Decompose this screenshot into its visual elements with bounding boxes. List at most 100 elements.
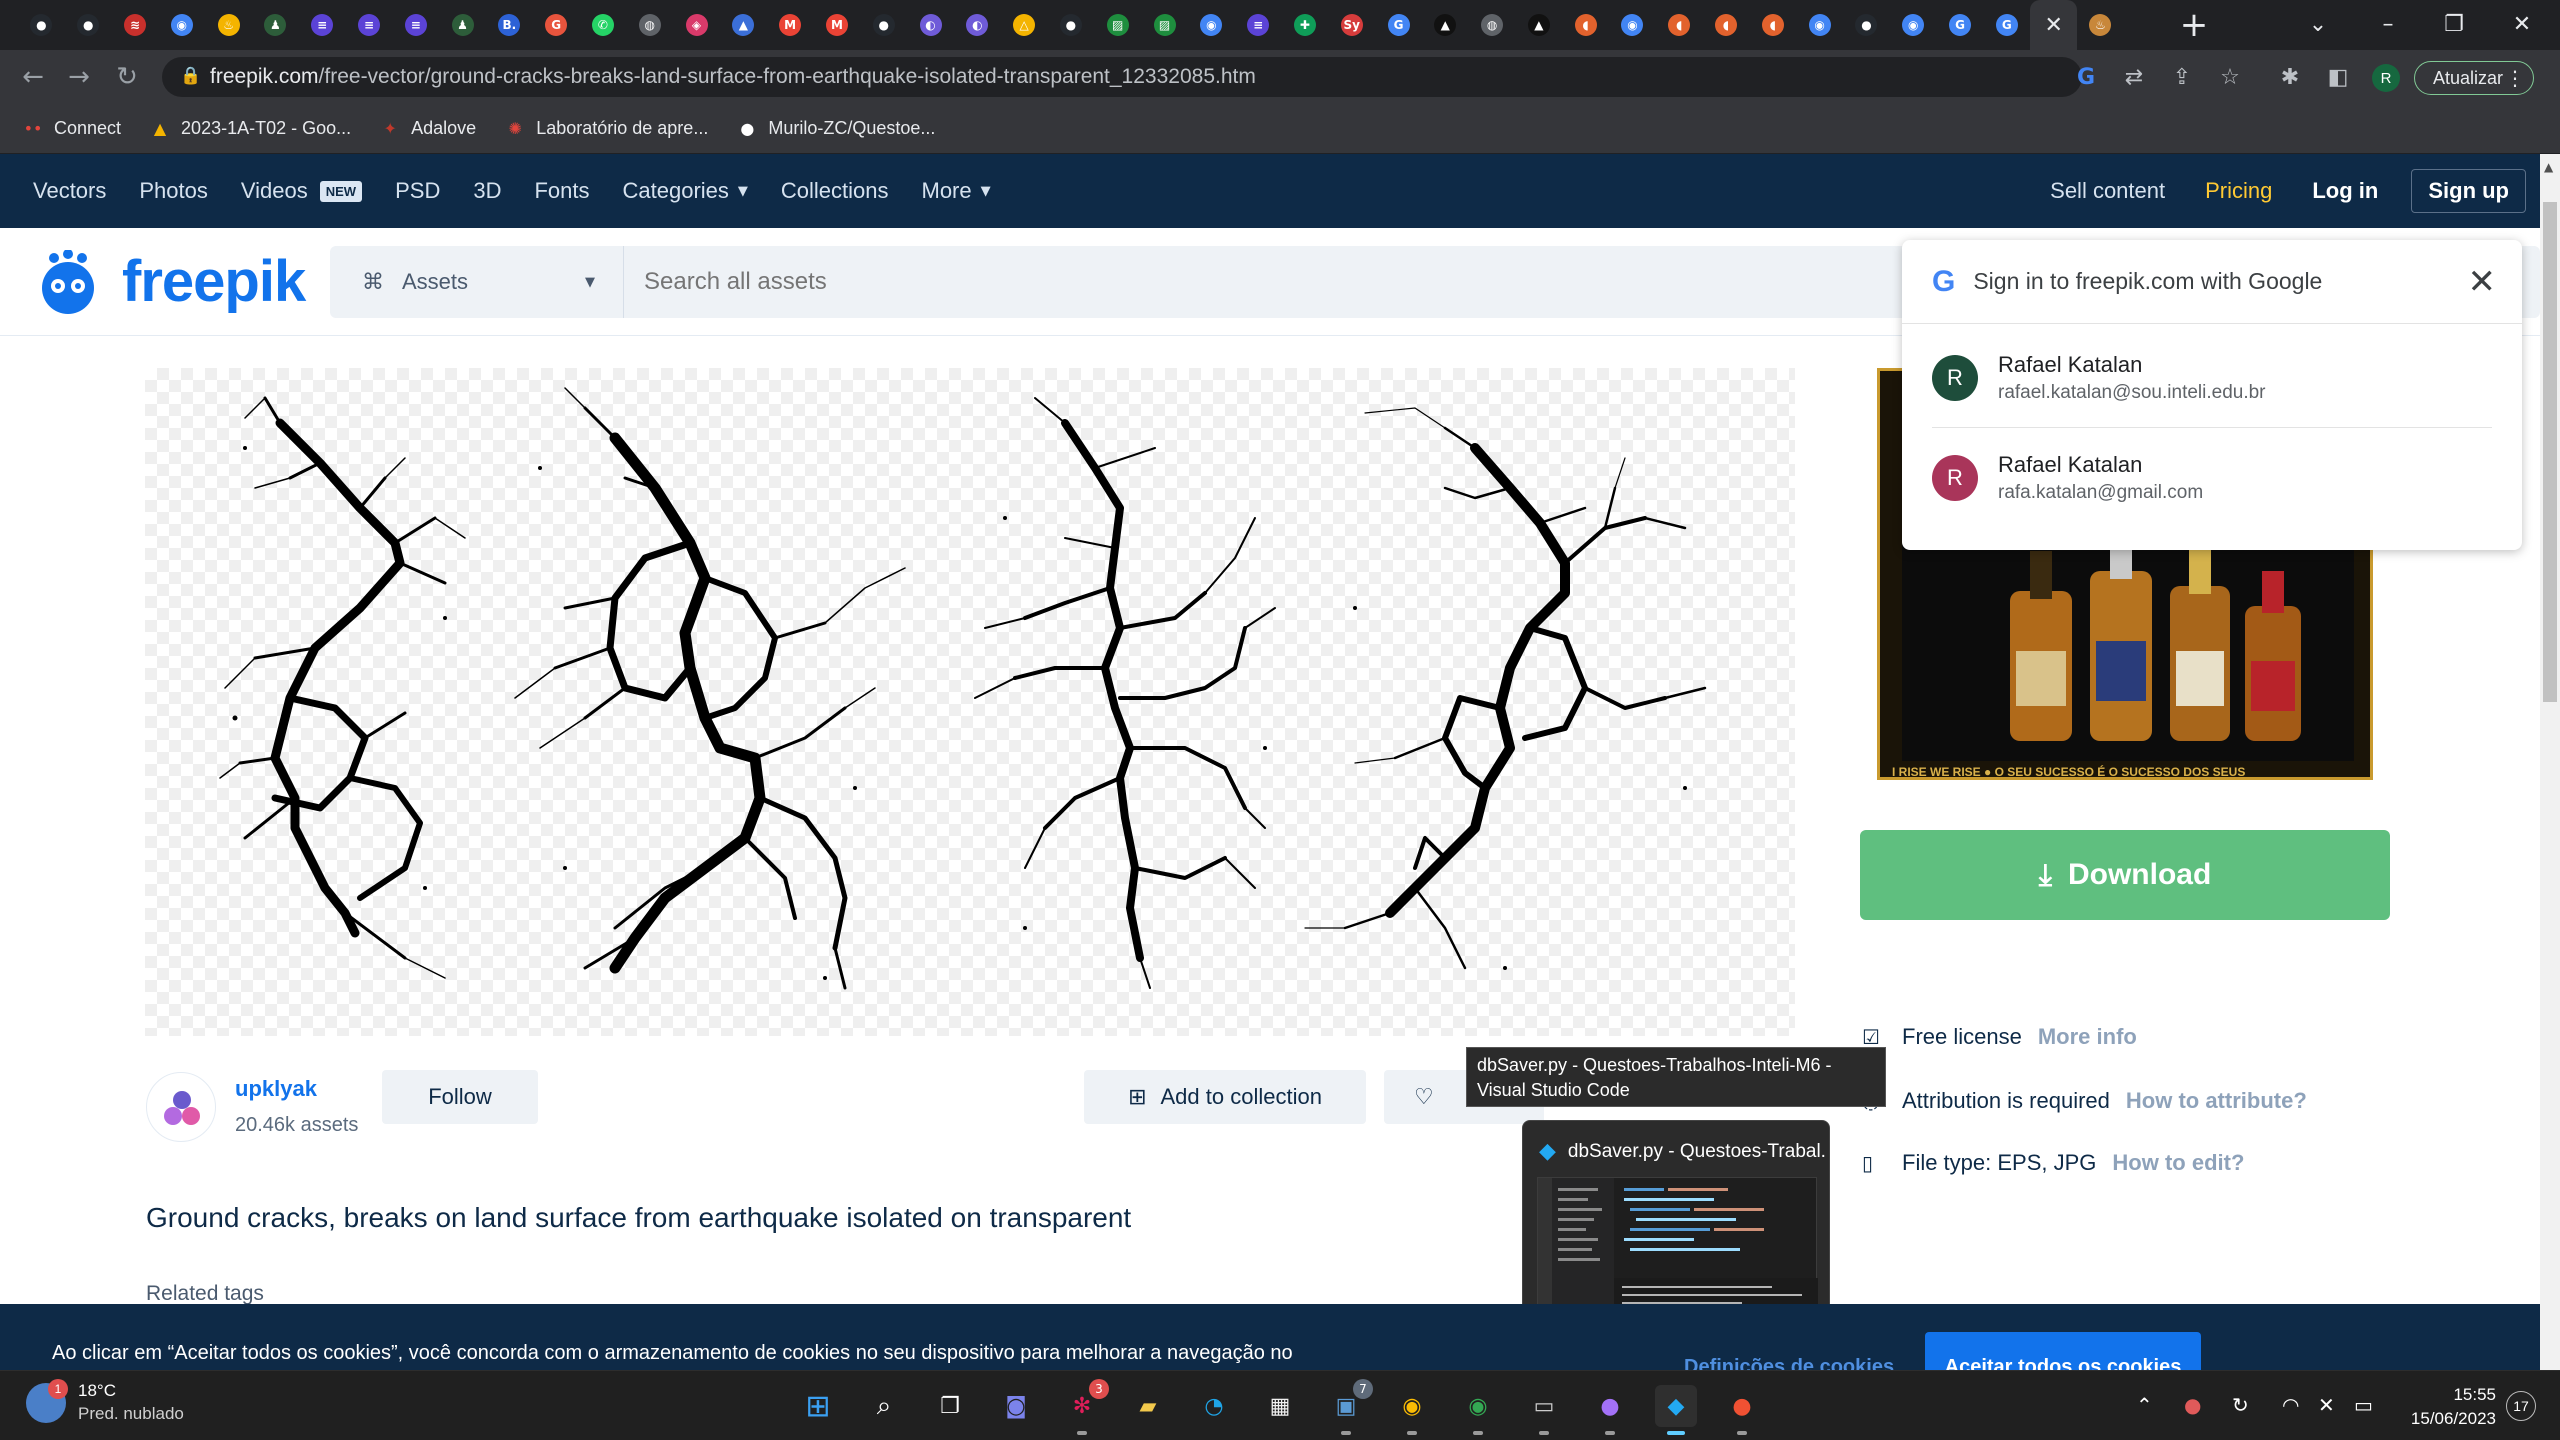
browser-tab[interactable]: ♟: [439, 0, 486, 50]
author-avatar[interactable]: [146, 1072, 216, 1142]
signup-button[interactable]: Sign up: [2411, 169, 2526, 213]
google-account-item[interactable]: R Rafael Katalan rafa.katalan@gmail.com: [1932, 430, 2492, 526]
postman-icon[interactable]: ●: [1721, 1385, 1763, 1435]
forward-icon[interactable]: →: [62, 60, 96, 94]
store-icon[interactable]: ▦: [1259, 1385, 1301, 1427]
nav-photos[interactable]: Photos: [139, 178, 208, 204]
browser-tab[interactable]: ◐: [954, 0, 1001, 50]
teams-icon[interactable]: ▣ 7: [1325, 1379, 1373, 1435]
bookmark-item[interactable]: ▲ 2023-1A-T02 - Goo...: [149, 118, 351, 140]
search-icon[interactable]: ⌕: [863, 1385, 905, 1427]
accept-cookies-button[interactable]: Aceitar todos os cookies: [1925, 1332, 2201, 1370]
notification-badge[interactable]: 17: [2506, 1391, 2536, 1421]
nav-vectors[interactable]: Vectors: [33, 178, 106, 204]
volume-muted-icon[interactable]: ✕: [2318, 1393, 2335, 1417]
browser-tab[interactable]: ◍: [626, 0, 673, 50]
browser-tab[interactable]: ▨: [1094, 0, 1141, 50]
sync-icon[interactable]: ↻: [2232, 1393, 2249, 1417]
browser-tab[interactable]: ≡: [392, 0, 439, 50]
scrollbar-thumb[interactable]: [2543, 202, 2557, 702]
browser-tab[interactable]: ≋: [112, 0, 159, 50]
browser-tab[interactable]: ▲: [720, 0, 767, 50]
browser-tab[interactable]: ♨: [205, 0, 252, 50]
browser-tab[interactable]: ♟: [252, 0, 299, 50]
address-bar[interactable]: 🔒 freepik.com/free-vector/ground-cracks-…: [162, 57, 2082, 97]
close-tab-icon[interactable]: ✕: [2044, 13, 2062, 38]
browser-tab[interactable]: ◖: [1656, 0, 1703, 50]
browser-tab[interactable]: ◈: [673, 0, 720, 50]
search-input[interactable]: [624, 268, 1524, 296]
browser-tab[interactable]: B.: [486, 0, 533, 50]
browser-tab[interactable]: ◉: [1188, 0, 1235, 50]
browser-tab-active[interactable]: ✕: [2030, 0, 2078, 50]
browser-tab[interactable]: ◍: [1469, 0, 1516, 50]
bookmark-item[interactable]: ● Murilo-ZC/Questoe...: [736, 118, 935, 140]
browser-tab[interactable]: ✆: [580, 0, 627, 50]
add-to-collection-button[interactable]: ⊞ Add to collection: [1084, 1070, 1366, 1124]
terminal-icon[interactable]: ▭: [1523, 1385, 1565, 1435]
browser-tab[interactable]: M: [814, 0, 861, 50]
browser-tab[interactable]: ◖: [1562, 0, 1609, 50]
vscode-icon[interactable]: ◆: [1655, 1385, 1697, 1435]
battery-icon[interactable]: ▭: [2354, 1393, 2373, 1417]
chrome-profile-icon[interactable]: ◉: [1457, 1385, 1499, 1435]
freepik-logo[interactable]: freepik: [32, 248, 306, 315]
browser-tab[interactable]: ◉: [1609, 0, 1656, 50]
browser-tab[interactable]: M: [767, 0, 814, 50]
chrome-icon[interactable]: ◉: [1391, 1385, 1433, 1435]
license-more-link[interactable]: More info: [2038, 1024, 2137, 1050]
browser-tab[interactable]: G: [1375, 0, 1422, 50]
nav-more[interactable]: More ▼: [922, 178, 991, 204]
nav-fonts[interactable]: Fonts: [534, 178, 589, 204]
close-icon[interactable]: ✕: [2468, 262, 2497, 302]
follow-button[interactable]: Follow: [382, 1070, 538, 1124]
browser-tab[interactable]: ◖: [1749, 0, 1796, 50]
browser-tab[interactable]: ≡: [346, 0, 393, 50]
share-icon[interactable]: ⇪: [2168, 63, 2196, 91]
windows-start-icon[interactable]: ⊞: [797, 1385, 839, 1427]
google-account-item[interactable]: R Rafael Katalan rafael.katalan@sou.inte…: [1932, 330, 2492, 426]
browser-tab[interactable]: ▲: [1516, 0, 1563, 50]
browser-tab[interactable]: ◉: [158, 0, 205, 50]
download-button[interactable]: ⤓ Download: [1860, 830, 2390, 920]
wifi-icon[interactable]: ◠: [2282, 1393, 2299, 1417]
asset-preview-image[interactable]: [145, 368, 1795, 1036]
asset-type-select[interactable]: ⌘ Assets ▼: [330, 246, 624, 318]
browser-tab[interactable]: △: [1001, 0, 1048, 50]
browser-tab[interactable]: G: [533, 0, 580, 50]
nav-3d[interactable]: 3D: [473, 178, 501, 204]
browser-tab[interactable]: ♨: [2077, 0, 2124, 50]
slack-icon[interactable]: ✻ 3: [1061, 1379, 1109, 1435]
chat-icon[interactable]: ◙: [995, 1385, 1037, 1427]
edge-icon[interactable]: ◔: [1193, 1385, 1235, 1427]
how-to-edit-link[interactable]: How to edit?: [2112, 1150, 2244, 1176]
browser-tab[interactable]: ●: [1843, 0, 1890, 50]
login-link[interactable]: Log in: [2312, 178, 2378, 204]
browser-tab[interactable]: ≡: [1235, 0, 1282, 50]
bookmark-item[interactable]: ✺ Laboratório de apre...: [504, 118, 709, 140]
browser-tab[interactable]: ✚: [1282, 0, 1329, 50]
browser-tab[interactable]: ◐: [907, 0, 954, 50]
pricing-link[interactable]: Pricing: [2205, 178, 2272, 204]
browser-tab[interactable]: ●: [860, 0, 907, 50]
side-panel-icon[interactable]: ◧: [2324, 63, 2352, 91]
security-icon[interactable]: ●: [2184, 1393, 2201, 1417]
browser-tab[interactable]: ●: [65, 0, 112, 50]
browser-tab[interactable]: ●: [18, 0, 65, 50]
minimize-button[interactable]: –: [2358, 0, 2418, 48]
author-name[interactable]: upklyak: [235, 1076, 317, 1102]
chevron-up-icon[interactable]: ⌃: [2136, 1393, 2153, 1417]
reload-icon[interactable]: ↻: [110, 60, 144, 94]
sell-content-link[interactable]: Sell content: [2050, 178, 2165, 204]
attribution-link[interactable]: How to attribute?: [2126, 1088, 2307, 1114]
profile-avatar[interactable]: R: [2372, 64, 2400, 92]
browser-tab[interactable]: ◉: [1890, 0, 1937, 50]
nav-videos[interactable]: Videos NEW: [241, 178, 363, 204]
browser-tab[interactable]: ●: [1048, 0, 1095, 50]
nav-categories[interactable]: Categories ▼: [623, 178, 748, 204]
browser-tab[interactable]: Sy: [1328, 0, 1375, 50]
browser-tab[interactable]: G: [1937, 0, 1984, 50]
browser-tab[interactable]: ▲: [1422, 0, 1469, 50]
page-scrollbar[interactable]: ▲: [2540, 154, 2560, 1370]
nav-psd[interactable]: PSD: [395, 178, 440, 204]
